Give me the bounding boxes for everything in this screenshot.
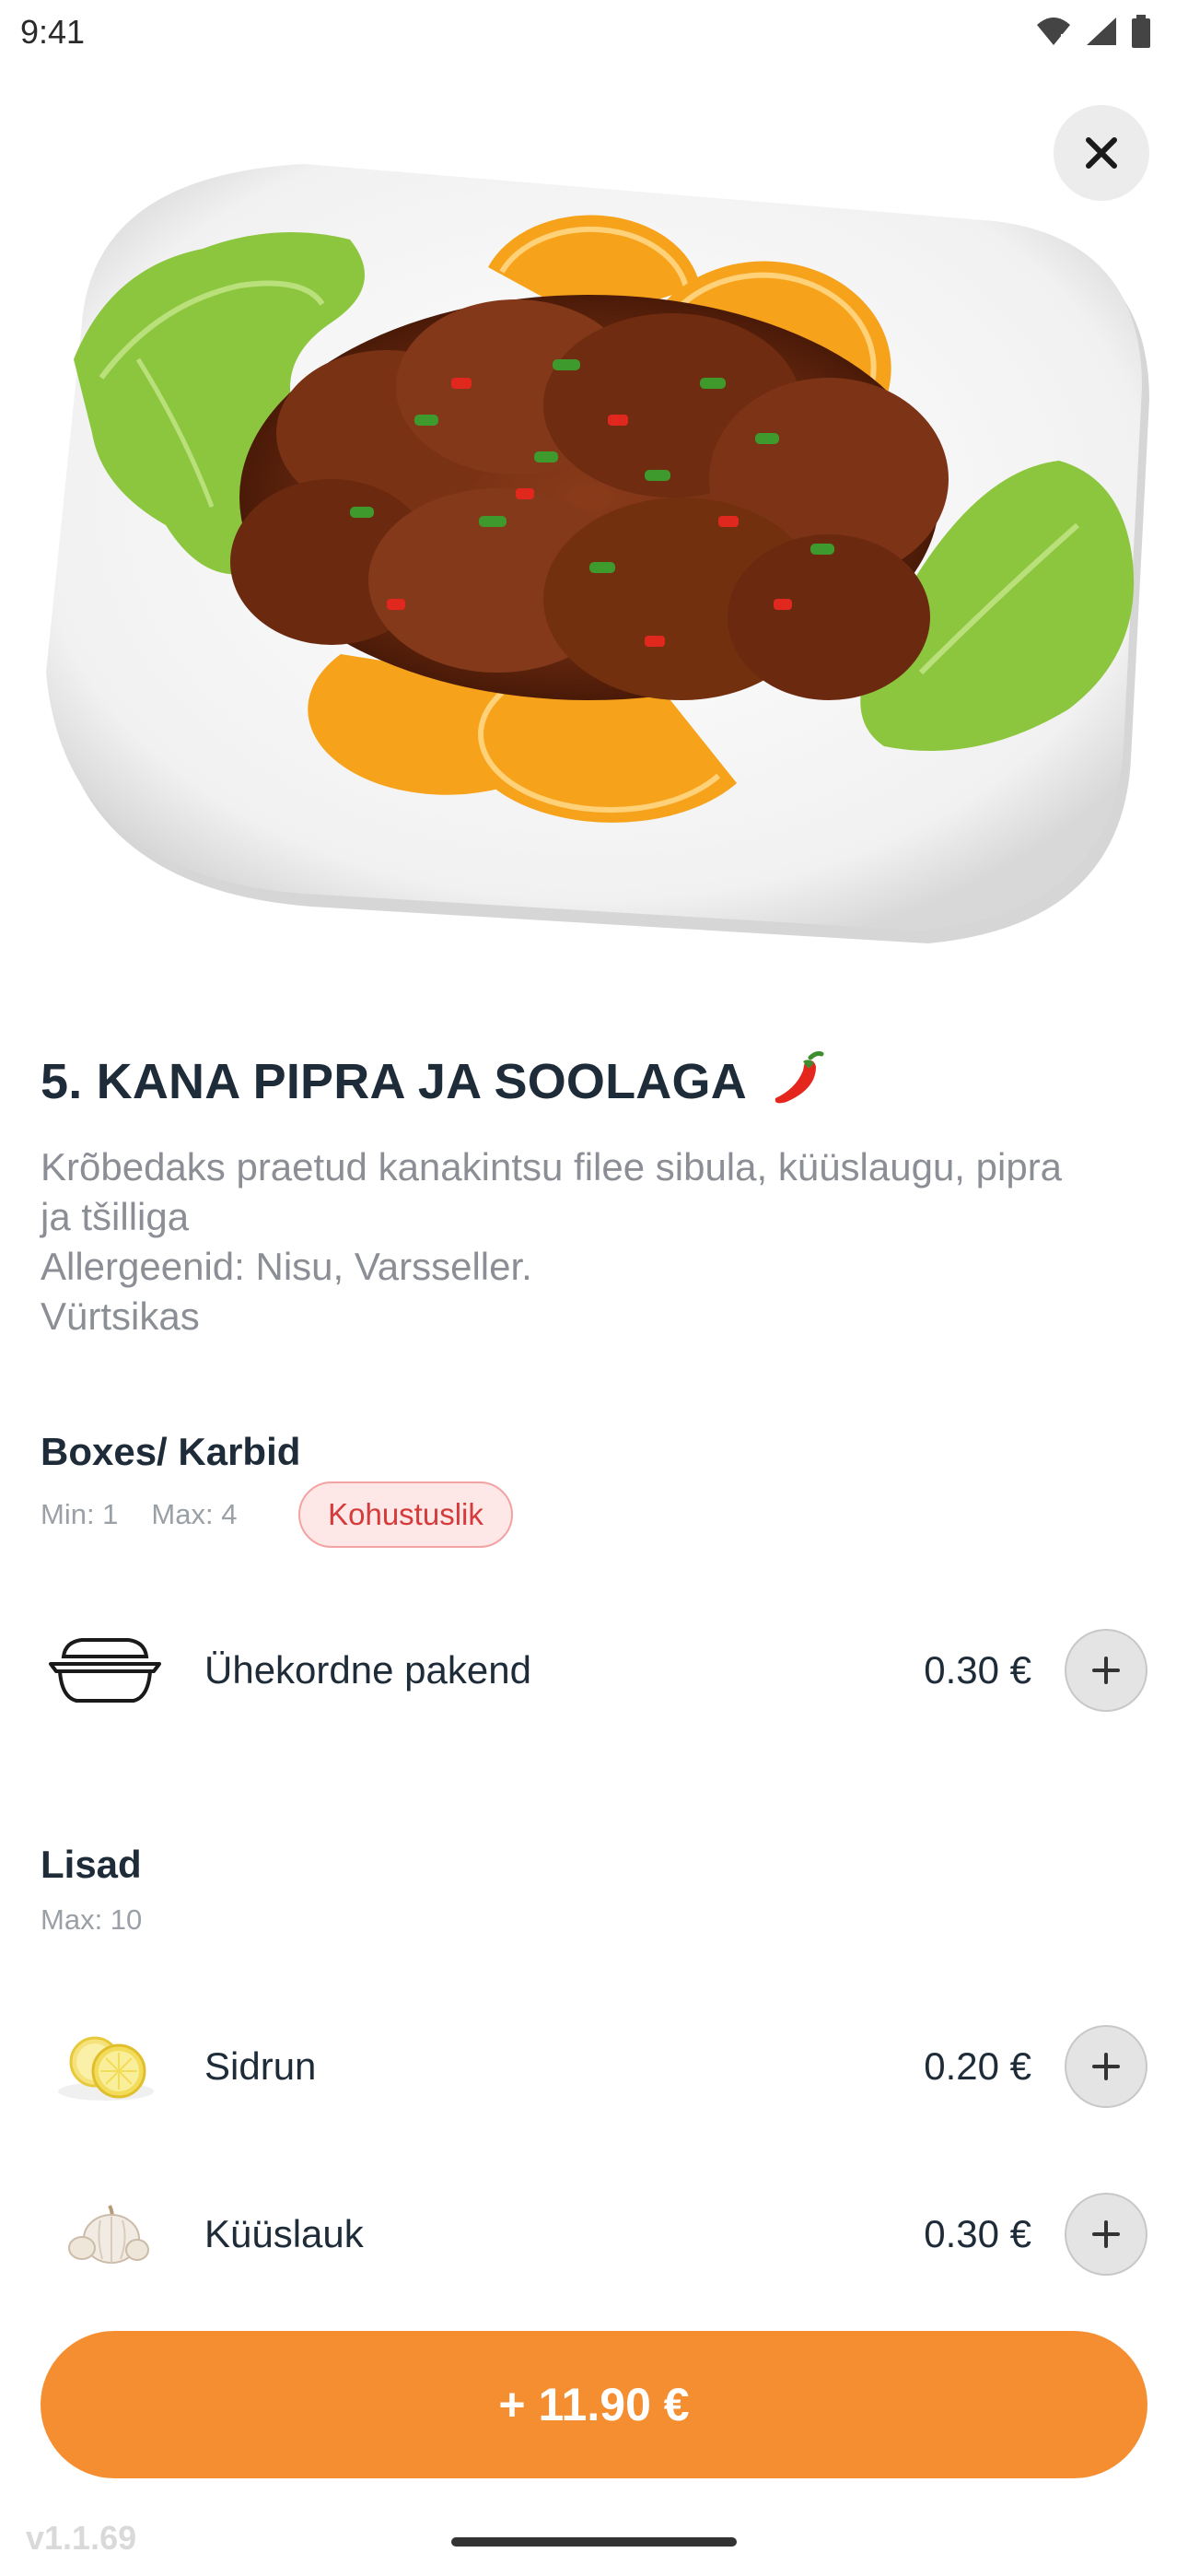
app-version: v1.1.69 [26, 2519, 137, 2557]
plus-icon [1092, 1657, 1120, 1684]
dish-title-text: 5. KANA PIPRA JA SOOLAGA [41, 1054, 745, 1109]
wifi-icon [1037, 18, 1070, 45]
option-name: Ühekordne pakend [204, 1648, 531, 1692]
boxes-max-label: Max: 4 [151, 1498, 238, 1530]
boxes-section-limits: Min: 1 Max: 4 [41, 1498, 270, 1531]
plus-icon [1092, 2220, 1120, 2248]
boxes-section-title: Boxes/ Karbid [41, 1430, 301, 1473]
close-icon [1086, 137, 1117, 169]
add-lemon-button[interactable] [1065, 2025, 1147, 2108]
required-badge: Kohustuslik [298, 1481, 513, 1548]
extras-section-limits: Max: 10 [41, 1903, 175, 1937]
description-line: ja tšilliga [41, 1195, 190, 1238]
description-line: Krõbedaks praetud kanakintsu filee sibul… [41, 1145, 1063, 1188]
signal-icon [1087, 18, 1116, 45]
dish-title: 5. KANA PIPRA JA SOOLAGA [41, 1048, 827, 1110]
takeaway-box-icon [41, 1620, 169, 1721]
dish-description: Krõbedaks praetud kanakintsu filee sibul… [41, 1142, 1155, 1341]
add-garlic-button[interactable] [1065, 2193, 1147, 2276]
status-time: 9:41 [20, 13, 86, 51]
description-line: Allergeenid: Nisu, Varsseller. [41, 1245, 532, 1288]
option-row-lemon: Sidrun 0.20 € [41, 2016, 1147, 2117]
option-name: Sidrun [204, 2044, 317, 2088]
add-to-cart-button[interactable]: + 11.90 € [41, 2331, 1147, 2478]
extras-max-label: Max: 10 [41, 1903, 143, 1936]
option-row-box: Ühekordne pakend 0.30 € [41, 1620, 1147, 1721]
status-bar: 9:41 [0, 0, 1188, 66]
dish-image [0, 83, 1188, 967]
option-name: Küüslauk [204, 2212, 364, 2255]
option-price: 0.20 € [924, 2044, 1031, 2088]
plus-icon [1092, 2053, 1120, 2080]
add-box-button[interactable] [1065, 1629, 1147, 1712]
status-icons [1035, 15, 1151, 48]
close-button[interactable] [1054, 105, 1149, 201]
boxes-min-label: Min: 1 [41, 1498, 119, 1530]
home-indicator[interactable] [451, 2537, 737, 2547]
battery-icon [1132, 15, 1150, 48]
chili-pepper-icon [775, 1051, 824, 1104]
extras-section-title: Lisad [41, 1843, 142, 1886]
description-line: Vürtsikas [41, 1294, 200, 1338]
option-price: 0.30 € [924, 2212, 1031, 2255]
garlic-image [41, 2184, 169, 2285]
option-row-garlic: Küüslauk 0.30 € [41, 2184, 1147, 2285]
option-price: 0.30 € [924, 1648, 1031, 1692]
lemon-image [41, 2016, 169, 2117]
